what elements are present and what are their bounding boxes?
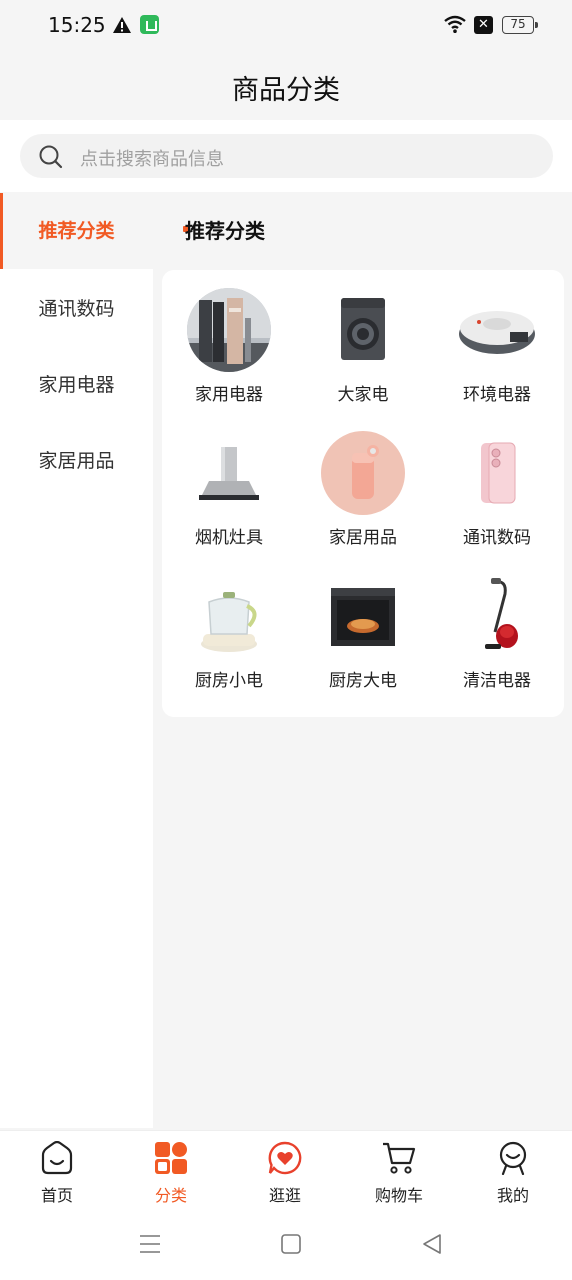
- home-appliance-image: [187, 288, 271, 372]
- section-title: 推荐分类: [185, 219, 265, 243]
- tab-home[interactable]: 首页: [0, 1131, 114, 1209]
- bottom-tab-bar: 首页 分类 逛逛 购物车 我的: [0, 1130, 572, 1208]
- system-navigation-bar: [0, 1208, 572, 1280]
- kettle-image: [201, 592, 257, 652]
- category-item-digital[interactable]: 通讯数码: [430, 413, 564, 553]
- tab-explore[interactable]: 逛逛: [228, 1131, 342, 1209]
- range-hood-image: [199, 447, 259, 500]
- home-square-icon[interactable]: [279, 1232, 303, 1256]
- category-item-small-kitchen[interactable]: 厨房小电: [162, 556, 296, 696]
- sidebar-item-appliances[interactable]: 家用电器: [0, 347, 153, 423]
- category-icon: [155, 1142, 187, 1174]
- category-label: 通讯数码: [463, 528, 531, 548]
- category-label: 烟机灶具: [195, 528, 263, 548]
- smartphone-image: [481, 442, 516, 504]
- category-label: 厨房小电: [195, 671, 263, 691]
- category-item-environment[interactable]: 环境电器: [430, 270, 564, 410]
- profile-icon: [499, 1141, 527, 1175]
- category-item-home-goods[interactable]: 家居用品: [296, 413, 430, 553]
- category-label: 环境电器: [463, 385, 531, 405]
- category-label: 厨房大电: [329, 671, 397, 691]
- status-time: 15:25: [48, 13, 106, 37]
- battery-icon: 75: [502, 16, 538, 34]
- category-label: 家用电器: [195, 385, 263, 405]
- category-label: 家居用品: [329, 528, 397, 548]
- home-icon: [41, 1141, 73, 1175]
- heart-chat-icon: [268, 1141, 302, 1175]
- category-item-major-appliance[interactable]: 大家电: [296, 270, 430, 410]
- sidebar-item-digital[interactable]: 通讯数码: [0, 271, 153, 347]
- tab-category[interactable]: 分类: [114, 1131, 228, 1209]
- menu-icon[interactable]: [138, 1232, 162, 1256]
- tab-label: 购物车: [374, 1186, 423, 1205]
- no-sim-icon: ✕: [474, 16, 493, 34]
- category-label: 大家电: [337, 385, 389, 405]
- status-bar: 15:25 ✕ 75: [0, 0, 572, 52]
- page-title: 商品分类: [232, 75, 340, 106]
- thermos-cup-image: [321, 431, 405, 515]
- category-sidebar: 推荐分类 通讯数码 家用电器 家居用品: [0, 193, 153, 1128]
- tab-label: 分类: [154, 1186, 187, 1205]
- back-triangle-icon[interactable]: [420, 1232, 444, 1256]
- cart-icon: [383, 1142, 416, 1174]
- tab-label: 首页: [40, 1186, 73, 1205]
- category-label: 清洁电器: [463, 671, 531, 691]
- category-grid: 家用电器 大家电 环境电器 烟机灶具 家居用品 通讯数码 厨房小电 厨房大电 清…: [162, 270, 564, 717]
- wifi-icon: [444, 15, 466, 33]
- tab-profile[interactable]: 我的: [456, 1131, 570, 1209]
- tab-cart[interactable]: 购物车: [342, 1131, 456, 1209]
- tab-label: 逛逛: [268, 1186, 301, 1205]
- category-item-cleaning[interactable]: 清洁电器: [430, 556, 564, 696]
- tab-label: 我的: [496, 1186, 529, 1205]
- washing-machine-image: [341, 298, 385, 360]
- app-notification-icon: [140, 15, 159, 34]
- search-icon: [39, 145, 63, 169]
- category-item-home-appliance[interactable]: 家用电器: [162, 270, 296, 410]
- vacuum-cleaner-image: [485, 578, 518, 649]
- warning-icon: [113, 17, 131, 33]
- robot-vacuum-image: [459, 311, 535, 354]
- search-area: 点击搜索商品信息: [0, 120, 572, 192]
- oven-image: [331, 588, 395, 646]
- search-input[interactable]: 点击搜索商品信息: [20, 134, 553, 178]
- sidebar-item-recommended[interactable]: 推荐分类: [0, 193, 153, 269]
- sidebar-item-home-goods[interactable]: 家居用品: [0, 423, 153, 499]
- header: 商品分类: [0, 52, 572, 120]
- category-item-large-kitchen[interactable]: 厨房大电: [296, 556, 430, 696]
- search-placeholder: 点击搜索商品信息: [80, 149, 224, 170]
- category-item-range-hood[interactable]: 烟机灶具: [162, 413, 296, 553]
